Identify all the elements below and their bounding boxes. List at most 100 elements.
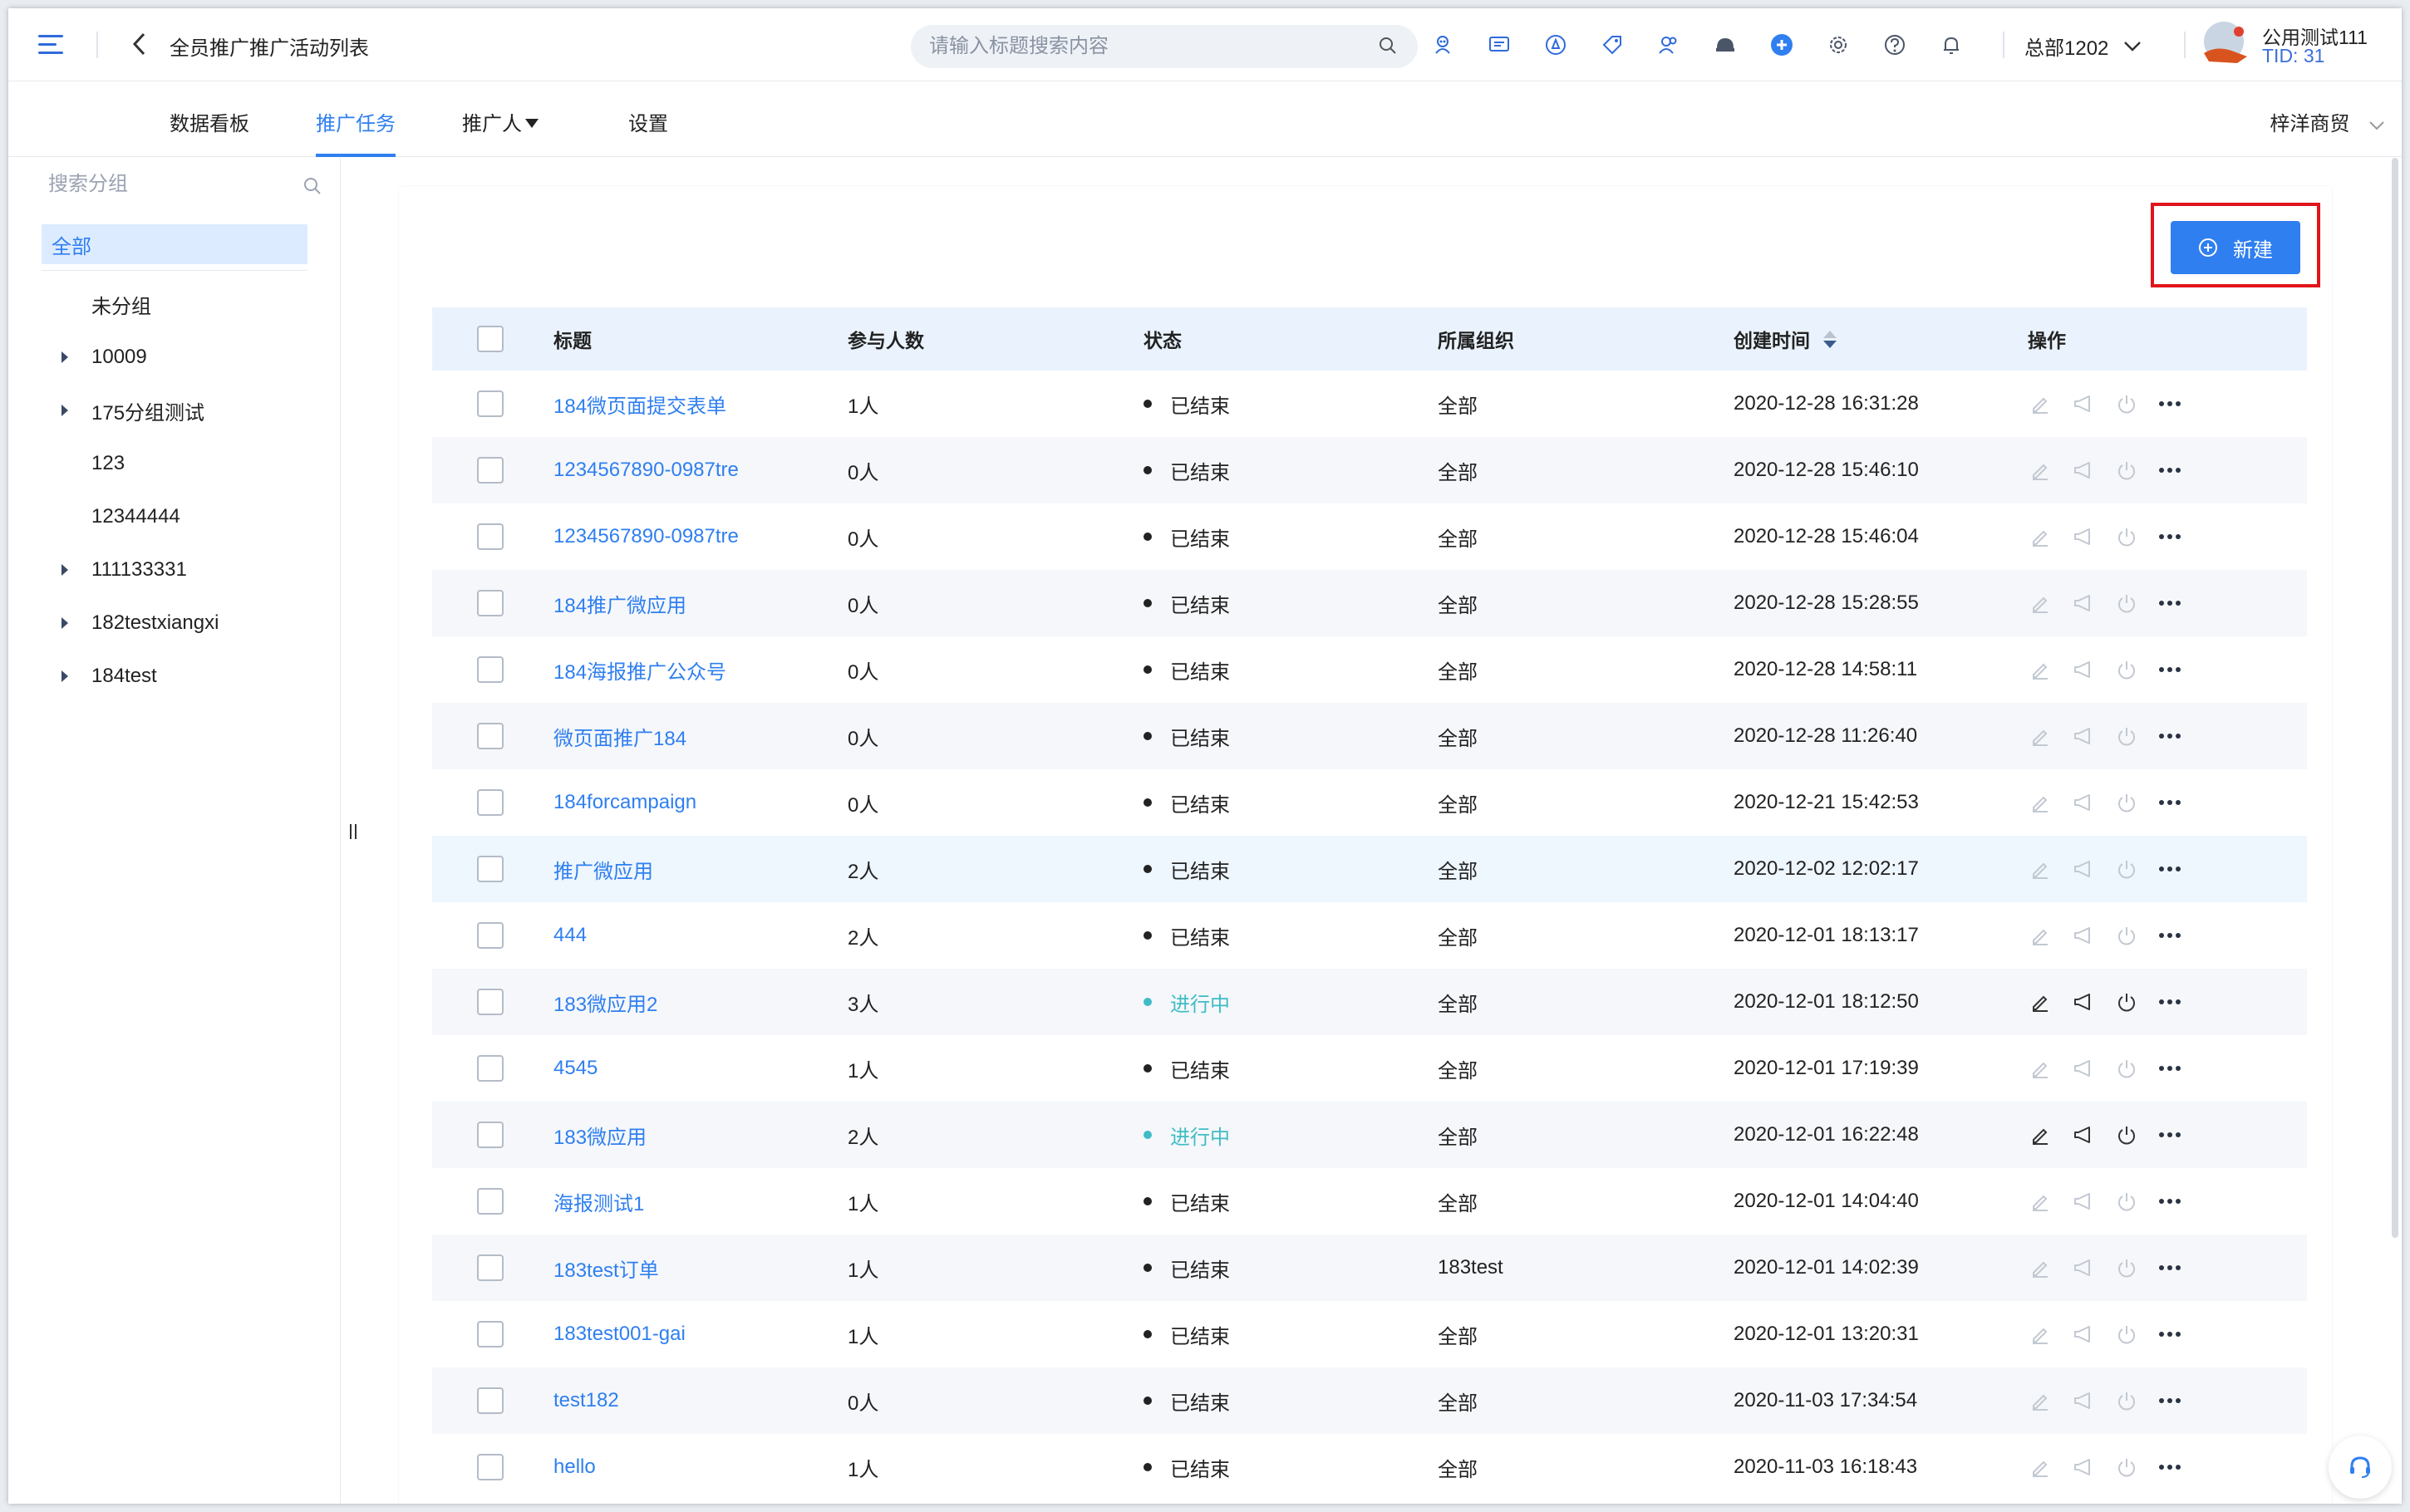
help-icon[interactable] bbox=[1881, 32, 1908, 58]
power-icon[interactable] bbox=[2114, 1388, 2139, 1413]
megaphone-icon[interactable] bbox=[2071, 989, 2096, 1014]
megaphone-icon[interactable] bbox=[2071, 657, 2096, 682]
row-checkbox[interactable] bbox=[477, 1254, 504, 1281]
column-header-created[interactable]: 创建时间 bbox=[1734, 307, 1837, 371]
more-icon[interactable] bbox=[2157, 1388, 2182, 1413]
back-chevron-icon[interactable] bbox=[131, 32, 148, 63]
table-row[interactable]: 推广微应用 2人 已结束 全部 2020-12-02 12:02:17 bbox=[432, 836, 2307, 902]
edit-icon[interactable] bbox=[2028, 1122, 2053, 1147]
edit-icon[interactable] bbox=[2028, 724, 2053, 749]
task-title-link[interactable]: 184海报推广公众号 bbox=[553, 655, 726, 685]
scrollbar[interactable] bbox=[2392, 158, 2398, 1238]
power-icon[interactable] bbox=[2114, 724, 2139, 749]
group-item-all[interactable]: 全部 bbox=[42, 224, 307, 271]
more-icon[interactable] bbox=[2157, 391, 2182, 416]
edit-icon[interactable] bbox=[2028, 657, 2053, 682]
power-icon[interactable] bbox=[2114, 657, 2139, 682]
power-icon[interactable] bbox=[2114, 1189, 2139, 1214]
more-icon[interactable] bbox=[2157, 591, 2182, 616]
row-checkbox[interactable] bbox=[477, 1387, 504, 1414]
caret-right-icon[interactable] bbox=[61, 351, 68, 363]
more-icon[interactable] bbox=[2157, 724, 2182, 749]
task-title-link[interactable]: 183test订单 bbox=[553, 1254, 659, 1283]
megaphone-icon[interactable] bbox=[2071, 1322, 2096, 1347]
task-title-link[interactable]: 1234567890-0987tre bbox=[553, 525, 739, 548]
search-box[interactable] bbox=[911, 25, 1418, 68]
edit-icon[interactable] bbox=[2028, 1455, 2053, 1480]
megaphone-icon[interactable] bbox=[2071, 1056, 2096, 1081]
task-title-link[interactable]: 184forcampaign bbox=[553, 791, 696, 814]
megaphone-icon[interactable] bbox=[2071, 1255, 2096, 1280]
table-row[interactable]: 4545 1人 已结束 全部 2020-12-01 17:19:39 bbox=[432, 1035, 2307, 1102]
tab-dashboard[interactable]: 数据看板 bbox=[170, 107, 249, 157]
power-icon[interactable] bbox=[2114, 923, 2139, 948]
more-icon[interactable] bbox=[2157, 790, 2182, 815]
edit-icon[interactable] bbox=[2028, 524, 2053, 549]
support-fab[interactable] bbox=[2329, 1436, 2392, 1499]
caret-right-icon[interactable] bbox=[61, 564, 68, 576]
power-icon[interactable] bbox=[2114, 989, 2139, 1014]
edit-icon[interactable] bbox=[2028, 1388, 2053, 1413]
tag-icon[interactable] bbox=[1599, 32, 1626, 58]
more-icon[interactable] bbox=[2157, 1322, 2182, 1347]
tab-promotion-tasks[interactable]: 推广任务 bbox=[316, 107, 396, 157]
table-row[interactable]: 1234567890-0987tre 0人 已结束 全部 2020-12-28 15:4… bbox=[432, 503, 2307, 570]
power-icon[interactable] bbox=[2114, 1255, 2139, 1280]
row-checkbox[interactable] bbox=[477, 989, 504, 1015]
table-row[interactable]: test182 0人 已结束 全部 2020-11-03 17:34:54 bbox=[432, 1367, 2307, 1434]
select-all-checkbox[interactable] bbox=[477, 326, 504, 352]
gear-icon[interactable] bbox=[1825, 32, 1852, 58]
more-icon[interactable] bbox=[2157, 857, 2182, 881]
robot-icon[interactable] bbox=[1429, 32, 1456, 58]
more-icon[interactable] bbox=[2157, 458, 2182, 483]
org-select[interactable]: 总部1202 bbox=[2024, 32, 2142, 61]
megaphone-icon[interactable] bbox=[2071, 1388, 2096, 1413]
megaphone-icon[interactable] bbox=[2071, 391, 2096, 416]
task-title-link[interactable]: 183微应用 bbox=[553, 1121, 647, 1150]
table-row[interactable]: 184微页面提交表单 1人 已结束 全部 2020-12-28 16:31:28 bbox=[432, 371, 2307, 437]
task-title-link[interactable]: 1234567890-0987tre bbox=[553, 459, 739, 482]
table-row[interactable]: 183微应用2 3人 进行中 全部 2020-12-01 18:12:50 bbox=[432, 969, 2307, 1035]
power-icon[interactable] bbox=[2114, 790, 2139, 815]
more-icon[interactable] bbox=[2157, 657, 2182, 682]
edit-icon[interactable] bbox=[2028, 1322, 2053, 1347]
row-checkbox[interactable] bbox=[477, 723, 504, 749]
group-item[interactable]: 123 bbox=[42, 437, 316, 490]
task-title-link[interactable]: hello bbox=[553, 1456, 596, 1479]
table-row[interactable]: 184推广微应用 0人 已结束 全部 2020-12-28 15:28:55 bbox=[432, 570, 2307, 636]
row-checkbox[interactable] bbox=[477, 656, 504, 683]
power-icon[interactable] bbox=[2114, 458, 2139, 483]
tab-settings[interactable]: 设置 bbox=[628, 107, 668, 157]
power-icon[interactable] bbox=[2114, 857, 2139, 881]
power-icon[interactable] bbox=[2114, 391, 2139, 416]
power-icon[interactable] bbox=[2114, 1322, 2139, 1347]
row-checkbox[interactable] bbox=[477, 856, 504, 882]
store-select[interactable]: 梓洋商贸 bbox=[2270, 107, 2385, 136]
caret-right-icon[interactable] bbox=[61, 617, 68, 629]
users-icon[interactable] bbox=[1655, 32, 1682, 58]
task-title-link[interactable]: 184推广微应用 bbox=[553, 589, 686, 618]
task-title-link[interactable]: 推广微应用 bbox=[553, 855, 653, 884]
edit-icon[interactable] bbox=[2028, 989, 2053, 1014]
caret-right-icon[interactable] bbox=[61, 670, 68, 682]
row-checkbox[interactable] bbox=[477, 390, 504, 417]
edit-icon[interactable] bbox=[2028, 391, 2053, 416]
row-checkbox[interactable] bbox=[477, 1188, 504, 1215]
menu-icon[interactable] bbox=[38, 33, 63, 56]
megaphone-icon[interactable] bbox=[2071, 458, 2096, 483]
add-circle-icon[interactable] bbox=[1768, 32, 1795, 58]
row-checkbox[interactable] bbox=[477, 1454, 504, 1480]
more-icon[interactable] bbox=[2157, 1056, 2182, 1081]
megaphone-icon[interactable] bbox=[2071, 857, 2096, 881]
edit-icon[interactable] bbox=[2028, 1189, 2053, 1214]
table-row[interactable]: 微页面推广184 0人 已结束 全部 2020-12-28 11:26:40 bbox=[432, 703, 2307, 769]
task-title-link[interactable]: 海报测试1 bbox=[553, 1187, 644, 1216]
tab-promoters[interactable]: 推广人 bbox=[462, 107, 539, 157]
sort-icon[interactable] bbox=[1823, 330, 1837, 348]
row-checkbox[interactable] bbox=[477, 922, 504, 949]
edit-icon[interactable] bbox=[2028, 790, 2053, 815]
edit-icon[interactable] bbox=[2028, 1056, 2053, 1081]
more-icon[interactable] bbox=[2157, 1255, 2182, 1280]
group-item[interactable]: 182testxiangxi bbox=[42, 596, 316, 650]
edit-icon[interactable] bbox=[2028, 857, 2053, 881]
